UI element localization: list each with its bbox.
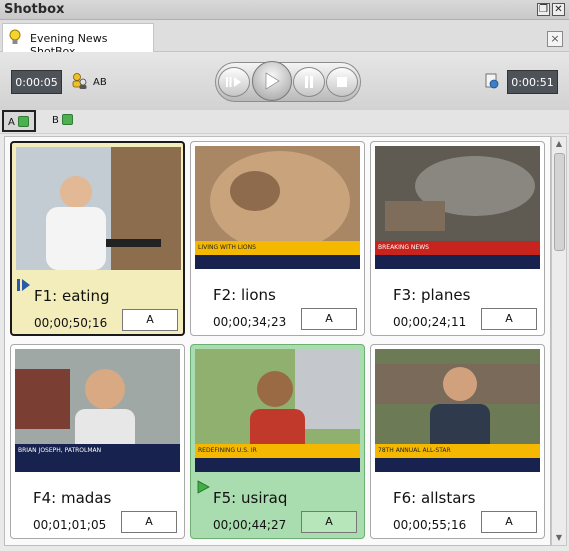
- clip-card-f2[interactable]: LIVING WITH LIONS F2: lions 00;00;34;23 …: [190, 141, 365, 336]
- ab-tab-b-label: B: [52, 115, 59, 126]
- clip-caption: BREAKING NEWS: [375, 241, 540, 255]
- clip-thumbnail: [16, 147, 181, 270]
- clip-slot-button[interactable]: A: [122, 309, 178, 331]
- news-ticker: [195, 458, 360, 472]
- scroll-thumb[interactable]: [554, 153, 565, 251]
- countdown-icon: [485, 73, 499, 89]
- clip-thumbnail: LIVING WITH LIONS: [195, 146, 360, 269]
- clip-name: F1: eating: [34, 287, 110, 305]
- playhead-marker-icon: [17, 279, 30, 291]
- green-page-icon: [17, 116, 29, 127]
- clip-name: F6: allstars: [393, 489, 476, 507]
- clip-slot-button[interactable]: A: [481, 511, 537, 533]
- ab-tab-a[interactable]: A: [2, 110, 36, 132]
- clip-card-f3[interactable]: BREAKING NEWS F3: planes 00;00;24;11 A: [370, 141, 545, 336]
- pause-button[interactable]: [293, 67, 325, 97]
- clip-thumbnail: 78TH ANNUAL ALL-STAR: [375, 349, 540, 472]
- clip-caption: LIVING WITH LIONS: [195, 241, 360, 255]
- clip-timecode: 00;01;01;05: [33, 518, 107, 532]
- news-ticker: [375, 255, 540, 269]
- clip-card-f1[interactable]: F1: eating 00;00;50;16 A: [10, 141, 185, 336]
- clip-caption: 78TH ANNUAL ALL-STAR: [375, 444, 540, 458]
- clip-thumbnail: BREAKING NEWS: [375, 146, 540, 269]
- clip-timecode: 00;00;50;16: [34, 316, 108, 330]
- clip-name: F5: usiraq: [213, 489, 288, 507]
- green-page-icon: [61, 114, 73, 125]
- clip-timecode: 00;00;24;11: [393, 315, 467, 329]
- step-play-icon: [226, 77, 241, 87]
- elapsed-time: 0:00:05: [11, 70, 62, 94]
- clip-card-f5[interactable]: REDEFINING U.S. IR F5: usiraq 00;00;44;2…: [190, 344, 365, 539]
- tab-evening-news-shotbox[interactable]: Evening News ShotBox: [2, 23, 154, 58]
- scroll-up-icon[interactable]: ▲: [554, 139, 564, 149]
- pause-icon: [305, 76, 313, 88]
- play-pause-step-button[interactable]: [218, 67, 250, 97]
- clip-card-f6[interactable]: 78TH ANNUAL ALL-STAR F6: allstars 00;00;…: [370, 344, 545, 539]
- news-ticker: [375, 458, 540, 472]
- ab-tab-a-label: A: [8, 117, 15, 128]
- clip-name: F4: madas: [33, 489, 112, 507]
- ab-tab-b[interactable]: B: [48, 110, 82, 132]
- users-ab-icon[interactable]: [71, 72, 89, 90]
- clip-slot-button[interactable]: A: [301, 511, 357, 533]
- clip-slot-button[interactable]: A: [121, 511, 177, 533]
- ab-mode-label: AB: [93, 77, 107, 88]
- close-window-icon[interactable]: ✕: [552, 3, 565, 16]
- clip-timecode: 00;00;44;27: [213, 518, 287, 532]
- clip-card-f4[interactable]: BRIAN JOSEPH, PATROLMAN F4: madas 00;01;…: [10, 344, 185, 539]
- thumbnail-art: [16, 147, 181, 270]
- clip-slot-button[interactable]: A: [481, 308, 537, 330]
- clip-timecode: 00;00;34;23: [213, 315, 287, 329]
- scroll-down-icon[interactable]: ▼: [554, 533, 564, 543]
- clip-slot-button[interactable]: A: [301, 308, 357, 330]
- remaining-time: 0:00:51: [507, 70, 558, 94]
- close-tab-icon[interactable]: ×: [547, 31, 563, 47]
- lightbulb-icon: [9, 29, 21, 44]
- tab-strip: Evening News ShotBox: [0, 20, 569, 58]
- restore-icon[interactable]: ❐: [537, 3, 550, 16]
- clip-caption: BRIAN JOSEPH, PATROLMAN: [15, 444, 180, 458]
- ab-tab-bar: A B: [0, 110, 569, 134]
- clip-name: F2: lions: [213, 286, 276, 304]
- window-title: Shotbox: [4, 2, 65, 17]
- stop-icon: [337, 77, 347, 87]
- clip-thumbnail: REDEFINING U.S. IR: [195, 349, 360, 472]
- vertical-scrollbar[interactable]: ▲ ▼: [551, 136, 567, 546]
- news-ticker: [195, 255, 360, 269]
- clip-timecode: 00;00;55;16: [393, 518, 467, 532]
- clip-caption: REDEFINING U.S. IR: [195, 444, 360, 458]
- play-icon: [265, 72, 280, 90]
- news-ticker: [15, 458, 180, 472]
- title-bar: Shotbox ❐ ✕: [0, 0, 569, 20]
- stop-button[interactable]: [326, 67, 358, 97]
- play-button[interactable]: [252, 61, 292, 101]
- clip-thumbnail: BRIAN JOSEPH, PATROLMAN: [15, 349, 180, 472]
- now-playing-icon: [197, 480, 210, 494]
- clip-name: F3: planes: [393, 286, 471, 304]
